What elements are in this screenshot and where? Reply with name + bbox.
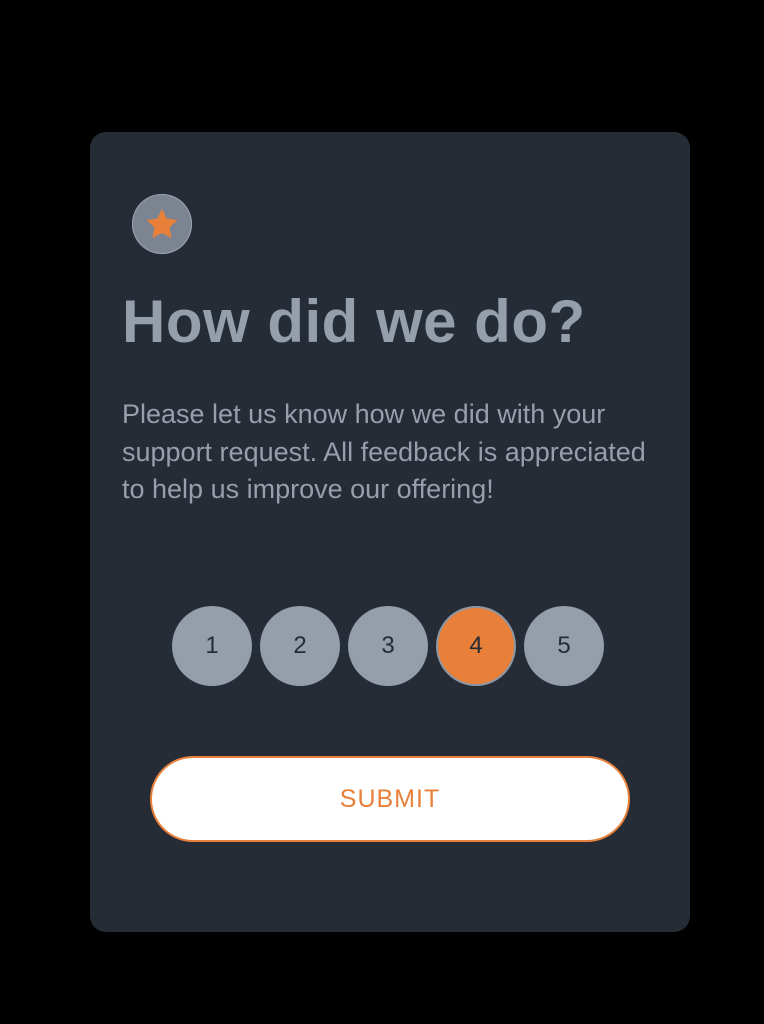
card-description: Please let us know how we did with your … xyxy=(122,399,646,504)
rating-button-1[interactable]: 1 xyxy=(172,606,252,686)
rating-button-3[interactable]: 3 xyxy=(348,606,428,686)
rating-options: 1 2 3 4 5 xyxy=(172,606,604,686)
rating-card: How did we do? Please let us know how we… xyxy=(90,132,690,932)
rating-button-5[interactable]: 5 xyxy=(524,606,604,686)
rating-button-2[interactable]: 2 xyxy=(260,606,340,686)
star-icon xyxy=(144,206,180,242)
card-title: How did we do? xyxy=(122,288,586,355)
star-badge xyxy=(132,194,192,254)
rating-button-4[interactable]: 4 xyxy=(436,606,516,686)
submit-button[interactable]: SUBMIT xyxy=(150,756,630,842)
